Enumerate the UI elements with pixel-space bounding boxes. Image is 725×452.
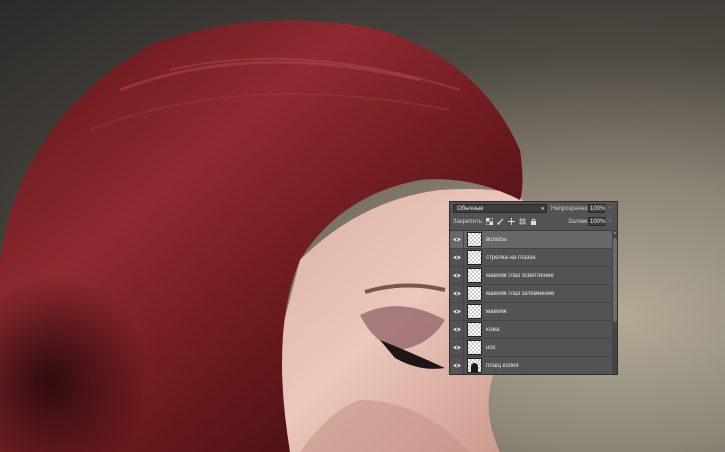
- layer-name: плащ копия: [486, 362, 519, 369]
- layer-name: кожа: [486, 326, 500, 333]
- layer-row[interactable]: макияж глаз затемнение: [450, 285, 612, 303]
- lock-label: Закрепить:: [453, 219, 484, 225]
- layer-name: макияж глаз осветление: [486, 272, 554, 279]
- eye-icon[interactable]: [450, 273, 463, 278]
- blend-mode-value: Обычные: [457, 206, 484, 212]
- layer-name: волосы: [486, 236, 507, 243]
- layer-name: макияж: [486, 308, 507, 315]
- layer-thumbnail: [467, 304, 482, 319]
- blend-mode-select[interactable]: Обычные ▾: [453, 204, 547, 213]
- layer-row[interactable]: макияж глаз осветление: [450, 267, 612, 285]
- layer-thumbnail: [467, 232, 482, 247]
- transparency-lock-icon[interactable]: [485, 217, 493, 226]
- opacity-dropdown-icon[interactable]: ›: [606, 204, 614, 213]
- layer-thumbnail: [467, 358, 482, 373]
- padlock-icon[interactable]: [529, 217, 537, 226]
- eye-icon[interactable]: [450, 237, 463, 242]
- layer-row[interactable]: нос: [450, 339, 612, 357]
- layer-row[interactable]: стрелка на глазах: [450, 249, 612, 267]
- eye-icon[interactable]: [450, 345, 463, 350]
- layer-thumbnail: [467, 268, 482, 283]
- layer-name: стрелка на глазах: [486, 254, 536, 261]
- eye-icon[interactable]: [450, 327, 463, 332]
- scroll-thumb[interactable]: [613, 238, 617, 322]
- layer-row[interactable]: волосы: [450, 231, 612, 249]
- brush-lock-icon[interactable]: [496, 217, 504, 226]
- fill-dropdown-icon[interactable]: ›: [606, 217, 614, 226]
- eye-icon[interactable]: [450, 255, 463, 260]
- layer-row[interactable]: кожа: [450, 321, 612, 339]
- layer-thumbnail: [467, 286, 482, 301]
- blend-opacity-row: Обычные ▾ Непрозрачность: 100% ›: [453, 204, 614, 215]
- eye-icon[interactable]: [450, 309, 463, 314]
- layer-name: макияж глаз затемнение: [486, 290, 555, 297]
- layer-row[interactable]: макияж: [450, 303, 612, 321]
- layer-list: волосы стрелка на глазах макияж глаз осв…: [450, 230, 612, 374]
- layer-thumbnail: [467, 340, 482, 355]
- layer-row[interactable]: плащ копия: [450, 357, 612, 374]
- scroll-up-icon[interactable]: ▴: [612, 230, 617, 236]
- layers-panel: Обычные ▾ Непрозрачность: 100% › Закрепи…: [449, 201, 618, 375]
- artboard-lock-icon[interactable]: [518, 217, 526, 226]
- lock-fill-row: Закрепить: Заливка: 100% ›: [453, 217, 614, 228]
- layers-scrollbar[interactable]: ▴: [612, 230, 617, 374]
- chevron-down-icon: ▾: [541, 206, 544, 212]
- layer-thumbnail: [467, 250, 482, 265]
- opacity-input[interactable]: 100%: [588, 204, 605, 213]
- lock-icons: [485, 217, 537, 226]
- eye-icon[interactable]: [450, 363, 463, 368]
- move-lock-icon[interactable]: [507, 217, 515, 226]
- eye-icon[interactable]: [450, 291, 463, 296]
- fill-input[interactable]: 100%: [588, 217, 605, 226]
- layer-thumbnail: [467, 322, 482, 337]
- layer-name: нос: [486, 344, 496, 351]
